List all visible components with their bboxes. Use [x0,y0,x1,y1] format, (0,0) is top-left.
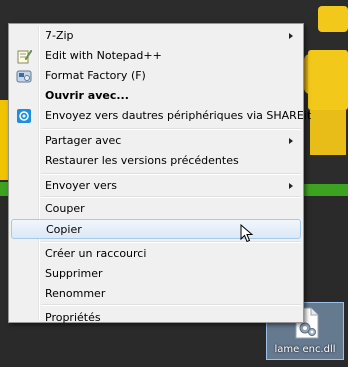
menu-item-label: Envoyer vers [45,179,117,192]
menu-item-label: Propriétés [45,311,101,324]
menu-item-label: Envoyez vers dautres périphériques via S… [45,109,312,122]
menu-item-label: Couper [45,202,85,215]
menu-separator [41,241,301,243]
menu-item-label: Copier [46,223,82,236]
mouse-cursor-icon [240,224,254,243]
menu-item-7zip[interactable]: 7-Zip [11,26,301,46]
menu-item-label: Format Factory (F) [45,69,146,82]
submenu-arrow-icon [289,138,293,144]
menu-item-edit-notepad[interactable]: Edit with Notepad++ [11,46,301,66]
wallpaper-figure-body [308,50,348,110]
submenu-arrow-icon [289,183,293,189]
menu-item-share-with[interactable]: Partager avec [11,131,301,151]
menu-item-create-shortcut[interactable]: Créer un raccourci [11,244,301,264]
shareit-icon [17,109,31,123]
menu-item-format-factory[interactable]: Format Factory (F) [11,66,301,86]
menu-item-label: 7-Zip [45,29,74,42]
menu-item-label: Edit with Notepad++ [45,49,162,62]
menu-item-shareit[interactable]: Envoyez vers dautres périphériques via S… [11,106,311,126]
wallpaper-figure-head [318,6,348,32]
menu-item-send-to[interactable]: Envoyer vers [11,176,301,196]
submenu-arrow-icon [289,33,293,39]
menu-item-delete[interactable]: Supprimer [11,264,301,284]
format-factory-icon [16,70,32,83]
menu-separator [41,173,301,175]
desktop-file-label: lame enc.dll [274,344,336,355]
menu-item-label: Supprimer [45,267,103,280]
menu-item-copy[interactable]: Copier [11,219,301,239]
menu-item-label: Ouvrir avec... [45,89,129,102]
menu-item-label: Créer un raccourci [45,247,147,260]
menu-separator [41,196,301,198]
menu-item-label: Partager avec [45,134,122,147]
menu-separator [41,128,301,130]
menu-item-cut[interactable]: Couper [11,199,301,219]
menu-item-properties[interactable]: Propriétés [11,298,301,324]
menu-item-label: Restaurer les versions précédentes [45,154,239,167]
wallpaper-green-strip-right [300,184,348,196]
menu-item-restore-versions[interactable]: Restaurer les versions précédentes [11,151,301,171]
wallpaper-figure-base [310,110,346,155]
menu-item-open-with[interactable]: Ouvrir avec... [11,86,301,106]
wallpaper-yellow-figure-right [300,0,348,160]
context-menu: 7-Zip Edit with Notepad++ Format Factory… [8,23,311,324]
notepad-plus-icon [17,49,32,64]
